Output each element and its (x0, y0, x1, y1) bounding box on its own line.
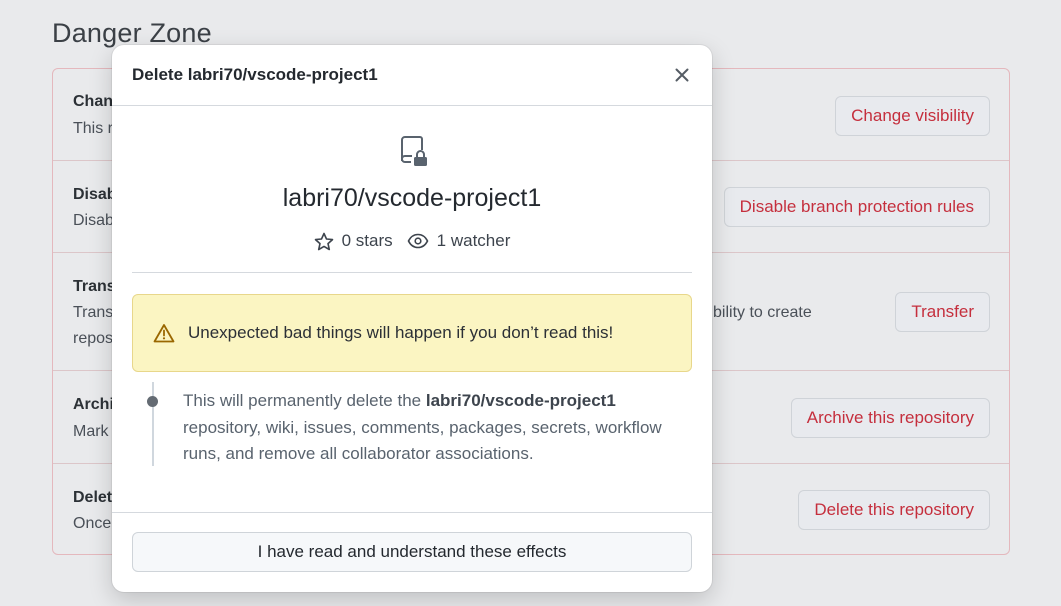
repository-name: labri70/vscode-project1 (282, 184, 542, 212)
row-title: Delet (73, 489, 113, 506)
row-description: This r (73, 120, 113, 137)
change-visibility-button[interactable]: Change visibility (835, 96, 990, 136)
stars-count: 0 stars (341, 231, 393, 250)
row-title: Disab (73, 186, 117, 203)
dialog-title: Delete labri70/vscode-project1 (132, 65, 378, 84)
row-description: Mark (73, 423, 109, 440)
star-icon (314, 232, 333, 250)
delete-repository-button[interactable]: Delete this repository (798, 490, 990, 530)
watchers-stat: 1 watcher (407, 231, 511, 251)
effect-prefix: This will permanently delete the (183, 391, 422, 410)
row-description-line2: repos (73, 330, 114, 347)
warning-flash: Unexpected bad things will happen if you… (132, 294, 692, 372)
timeline-line (152, 382, 154, 466)
row-title: Archi (73, 396, 114, 413)
transfer-button[interactable]: Transfer (895, 292, 990, 332)
repo-locked-icon (401, 136, 427, 166)
effect-repo-name: labri70/vscode-project1 (425, 391, 616, 410)
delete-repository-dialog: Delete labri70/vscode-project1 labri70/v… (112, 45, 712, 592)
row-title: Trans (73, 278, 116, 295)
eye-icon (407, 233, 429, 249)
row-description-tail: bility to create (713, 304, 812, 321)
disable-branch-protection-button[interactable]: Disable branch protection rules (723, 187, 990, 227)
footer-divider (112, 512, 712, 513)
dialog-header: Delete labri70/vscode-project1 (112, 45, 712, 106)
x-icon (675, 68, 689, 82)
alert-icon (153, 324, 175, 343)
row-title: Chan (73, 93, 113, 110)
effect-line3: runs, and remove all collaborator associ… (183, 444, 534, 463)
archive-repository-button[interactable]: Archive this repository (790, 398, 990, 438)
understand-effects-button[interactable]: I have read and understand these effects (132, 532, 692, 572)
effect-line2: repository, wiki, issues, comments, pack… (183, 417, 662, 437)
watchers-count: 1 watcher (436, 231, 511, 250)
row-description: Once (73, 515, 112, 532)
effects-description: This will permanently delete the labri70… (183, 388, 683, 468)
row-description: Trans (73, 304, 114, 321)
divider (132, 272, 692, 273)
stars-stat: 0 stars (314, 231, 393, 251)
timeline-dot (147, 396, 158, 407)
repository-stats: 0 stars 1 watcher (112, 231, 712, 251)
warning-text: Unexpected bad things will happen if you… (188, 323, 614, 342)
row-description: Disab (73, 212, 114, 229)
close-icon[interactable] (670, 63, 694, 87)
